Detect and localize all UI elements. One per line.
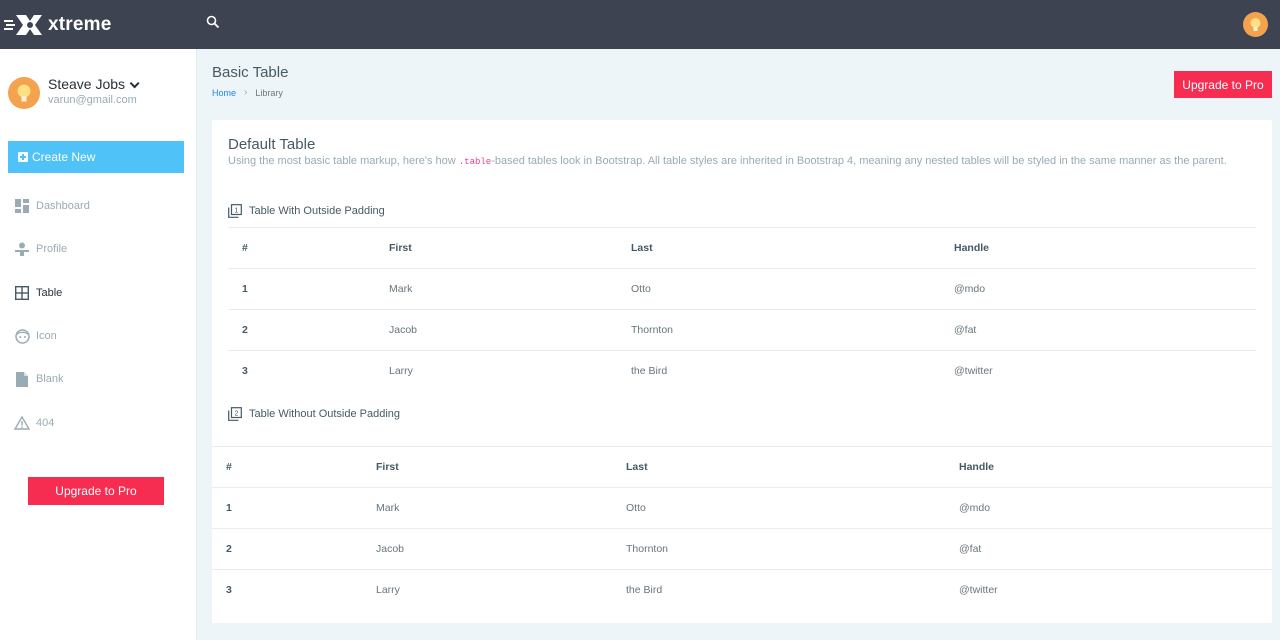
sidebar-item-label: 404 [36, 417, 55, 429]
table-cell: Thornton [612, 528, 945, 570]
search-icon[interactable] [206, 15, 220, 29]
sidebar-item-label: Dashboard [36, 200, 90, 212]
breadcrumb-current: Library [255, 87, 283, 98]
table-without-outside-padding: # First Last Handle 1 Mark Otto @mdo 2 J… [212, 446, 1272, 611]
brand-logo[interactable]: xtreme [4, 12, 112, 38]
sidebar-item-label: Profile [36, 243, 68, 255]
topbar: xtreme [0, 0, 1280, 49]
sidebar-item-icon[interactable]: Icon [0, 321, 196, 351]
profile-icon [14, 241, 30, 257]
table-row: 2 Jacob Thornton @fat [212, 528, 1272, 570]
user-avatar[interactable] [1243, 12, 1268, 37]
table-cell: 1 [228, 268, 375, 310]
card-subtitle-text: -based tables look in Bootstrap. All tab… [491, 155, 1227, 167]
svg-text:2: 2 [234, 411, 238, 418]
table-header-row: # First Last Handle [212, 447, 1272, 488]
column-header: Last [631, 242, 653, 254]
file-icon [14, 371, 30, 387]
table-cell: @mdo [940, 268, 1256, 310]
table-cell: Mark [375, 268, 617, 310]
table-cell: Otto [617, 268, 940, 310]
sidebar-upgrade-button[interactable]: Upgrade to Pro [28, 477, 164, 505]
column-header: Handle [954, 242, 990, 254]
table-cell: 1 [212, 487, 362, 529]
filter-1-icon: 1 [228, 204, 242, 218]
sidebar-item-dashboard[interactable]: Dashboard [0, 191, 196, 221]
user-profile[interactable]: Steave Jobs varun@gmail.com [8, 76, 193, 111]
table-cell: @fat [945, 528, 1272, 570]
create-new-button[interactable]: Create New [8, 141, 184, 173]
sidebar-item-label: Icon [36, 330, 57, 342]
table-cell: the Bird [612, 569, 945, 611]
table-cell: Jacob [375, 309, 617, 351]
table-header-row: # First Last Handle [228, 228, 1256, 269]
default-table-card: Default Table Using the most basic table… [212, 120, 1272, 623]
table-cell: 3 [212, 569, 362, 611]
table-cell: @mdo [945, 487, 1272, 529]
chevron-down-icon [129, 78, 140, 89]
section-heading-label: Table With Outside Padding [249, 205, 385, 217]
column-header: Last [626, 461, 648, 473]
table-cell: @twitter [940, 350, 1256, 392]
warning-icon [14, 415, 30, 431]
table-cell: Larry [362, 569, 612, 611]
face-icon [14, 328, 30, 344]
sidebar-item-404[interactable]: 404 [0, 408, 196, 438]
logo-icon [4, 15, 42, 35]
profile-name[interactable]: Steave Jobs [48, 76, 140, 92]
table-with-outside-padding: # First Last Handle 1 Mark Otto @mdo 2 J… [228, 227, 1256, 392]
chevron-right-icon: › [244, 87, 248, 98]
lightbulb-icon [17, 84, 31, 102]
profile-name-text: Steave Jobs [48, 76, 126, 92]
table-cell: Thornton [617, 309, 940, 351]
table-cell: Larry [375, 350, 617, 392]
breadcrumb: Home › Library [212, 87, 283, 98]
card-subtitle-text: Using the most basic table markup, here'… [228, 155, 459, 167]
column-header: First [376, 461, 399, 473]
table-cell: @twitter [945, 569, 1272, 611]
table-cell: @fat [940, 309, 1256, 351]
sidebar-item-table[interactable]: Table [0, 278, 196, 308]
table-cell: Otto [612, 487, 945, 529]
page-title: Basic Table [212, 64, 289, 81]
plus-box-icon [18, 152, 28, 162]
upgrade-to-pro-button[interactable]: Upgrade to Pro [1174, 71, 1272, 98]
create-new-label: Create New [32, 150, 96, 164]
dashboard-icon [14, 198, 30, 214]
table-cell: 2 [228, 309, 375, 351]
table-class-code: .table [458, 157, 492, 167]
sidebar-item-label: Table [36, 287, 63, 299]
profile-email: varun@gmail.com [48, 94, 137, 106]
table-row: 2 Jacob Thornton @fat [228, 309, 1256, 351]
sidebar-item-profile[interactable]: Profile [0, 234, 196, 264]
card-title: Default Table [228, 136, 316, 153]
sidebar: Steave Jobs varun@gmail.com Create New D… [0, 49, 197, 640]
section-heading-label: Table Without Outside Padding [249, 408, 401, 420]
brand-name: xtreme [48, 14, 112, 35]
column-header: Handle [959, 461, 995, 473]
card-subtitle: Using the most basic table markup, here'… [228, 155, 1227, 167]
table-cell: Jacob [362, 528, 612, 570]
column-header: First [389, 242, 412, 254]
sidebar-item-blank[interactable]: Blank [0, 364, 196, 394]
table-cell: the Bird [617, 350, 940, 392]
table-cell: Mark [362, 487, 612, 529]
sidebar-item-label: Blank [36, 373, 64, 385]
filter-2-icon: 2 [228, 407, 242, 421]
table-row: 3 Larry the Bird @twitter [228, 350, 1256, 392]
breadcrumb-home-link[interactable]: Home [212, 88, 236, 98]
column-header: # [242, 242, 248, 254]
column-header: # [226, 461, 232, 473]
profile-avatar [8, 77, 40, 109]
table-row: 1 Mark Otto @mdo [228, 268, 1256, 310]
table-row: 1 Mark Otto @mdo [212, 487, 1272, 529]
table-icon [14, 285, 30, 301]
lightbulb-icon [1250, 18, 1261, 31]
table-cell: 2 [212, 528, 362, 570]
svg-text:1: 1 [234, 208, 238, 215]
section-heading-without-padding: 2 Table Without Outside Padding [228, 406, 400, 422]
table-row: 3 Larry the Bird @twitter [212, 569, 1272, 611]
table-cell: 3 [228, 350, 375, 392]
section-heading-outside-padding: 1 Table With Outside Padding [228, 203, 385, 219]
